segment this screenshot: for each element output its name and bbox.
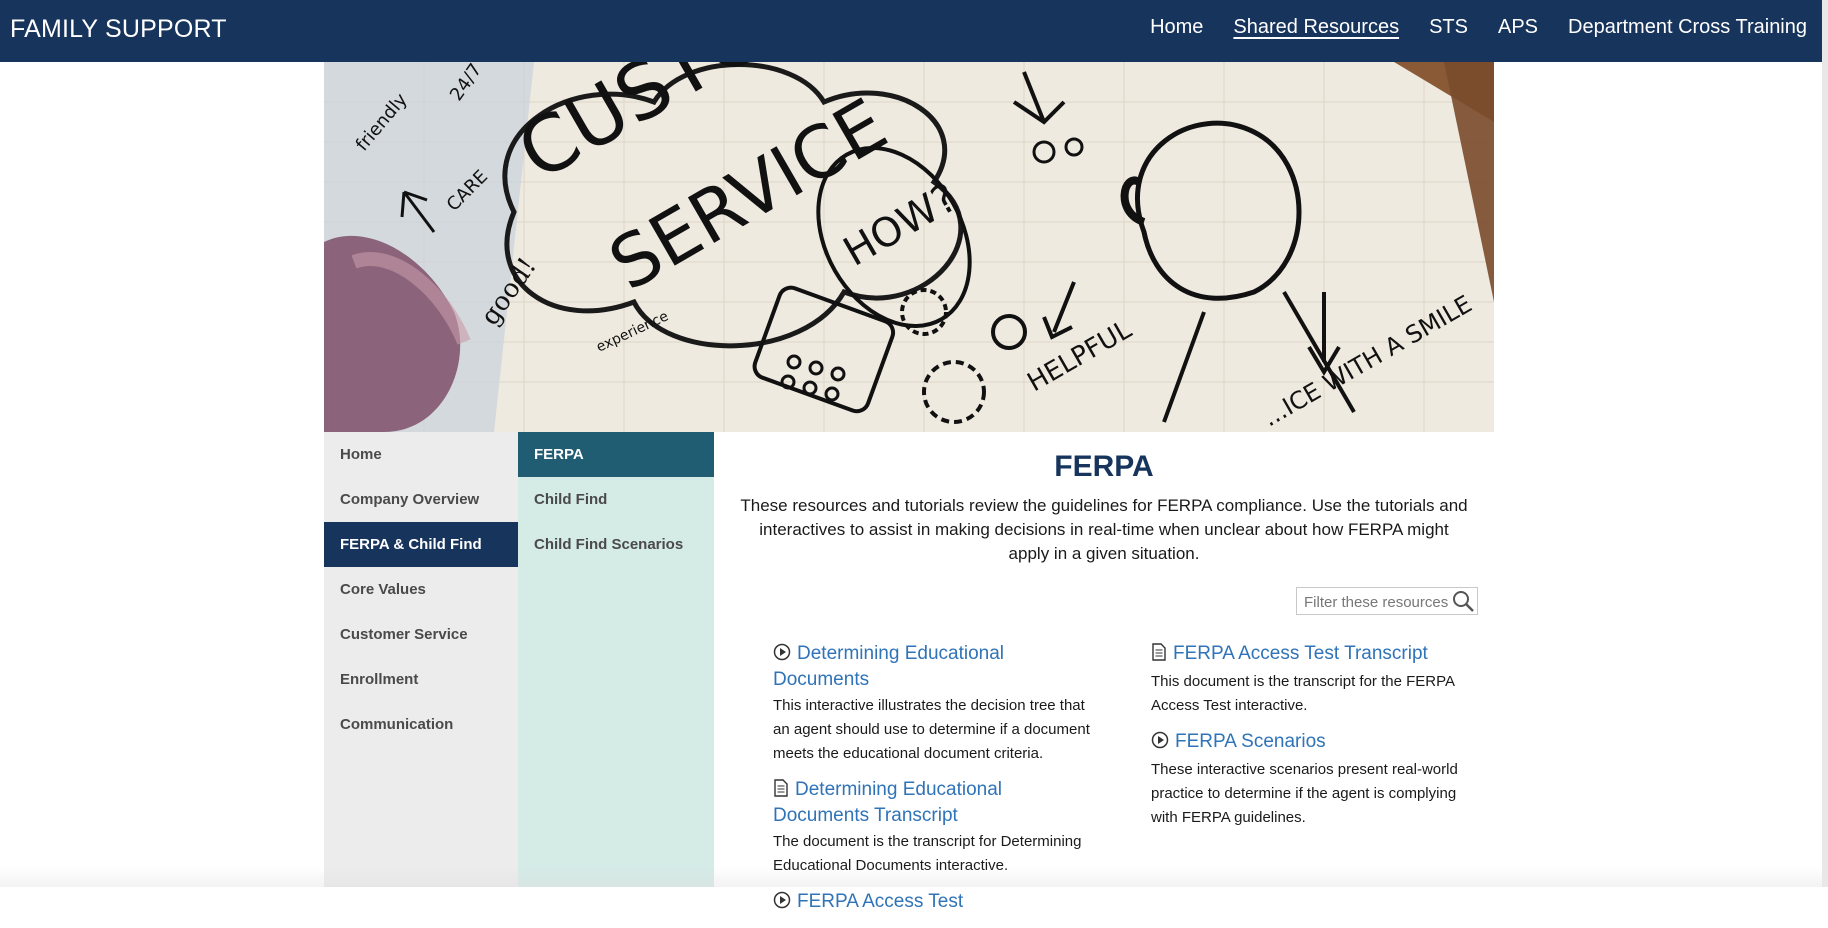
play-circle-icon <box>1151 731 1169 756</box>
top-nav: Home Shared Resources STS APS Department… <box>1150 16 1807 39</box>
resource-link-determining-educational-documents-transcript[interactable]: Determining Educational Documents Transc… <box>773 778 1103 828</box>
resource-item: FERPA Access Test Transcript This docume… <box>1151 642 1481 718</box>
page-title: FERPA <box>1054 450 1154 483</box>
sidebar-item-enrollment[interactable]: Enrollment <box>324 657 518 702</box>
sidebar-item-ferpa-child-find[interactable]: FERPA & Child Find <box>324 522 518 567</box>
resource-filter <box>1296 587 1478 615</box>
top-navigation-bar: FAMILY SUPPORT Home Shared Resources STS… <box>0 0 1822 62</box>
sidebar-item-communication[interactable]: Communication <box>324 702 518 747</box>
site-brand[interactable]: FAMILY SUPPORT <box>10 15 227 44</box>
sidebar-item-company-overview[interactable]: Company Overview <box>324 477 518 522</box>
resource-item: FERPA Access Test <box>773 890 1103 916</box>
resource-description: This interactive illustrates the decisio… <box>773 697 1090 762</box>
sidebar-item-customer-service[interactable]: Customer Service <box>324 612 518 657</box>
intro-paragraph: These resources and tutorials review the… <box>740 496 1468 563</box>
play-circle-icon <box>773 643 791 668</box>
main-content: FERPA These resources and tutorials revi… <box>714 432 1494 912</box>
bottom-fade <box>0 867 1822 887</box>
resource-description: These interactive scenarios present real… <box>1151 761 1458 826</box>
resource-description: This document is the transcript for the … <box>1151 673 1455 714</box>
resource-link-ferpa-scenarios[interactable]: FERPA Scenarios <box>1151 730 1481 756</box>
subnav-item-child-find-scenarios[interactable]: Child Find Scenarios <box>518 522 714 567</box>
subnav-item-child-find[interactable]: Child Find <box>518 477 714 522</box>
resource-link-determining-educational-documents[interactable]: Determining Educational Documents <box>773 642 1103 692</box>
document-icon <box>773 779 789 804</box>
subnav-item-ferpa[interactable]: FERPA <box>518 432 714 477</box>
resources-right-column: FERPA Access Test Transcript This docume… <box>1151 642 1481 842</box>
secondary-sidebar: FERPA Child Find Child Find Scenarios <box>518 432 714 887</box>
sidebar-item-core-values[interactable]: Core Values <box>324 567 518 612</box>
search-icon[interactable] <box>1451 589 1475 617</box>
filter-input[interactable] <box>1302 589 1454 615</box>
resource-item: FERPA Scenarios These interactive scenar… <box>1151 730 1481 830</box>
sidebar-item-home[interactable]: Home <box>324 432 518 477</box>
customer-service-sketch-illustration: CUSTO SERVICE HOW? HELPFUL good! CARE 24… <box>324 62 1494 432</box>
resource-link-ferpa-access-test-transcript[interactable]: FERPA Access Test Transcript <box>1151 642 1481 668</box>
nav-aps[interactable]: APS <box>1498 16 1538 39</box>
nav-department-cross-training[interactable]: Department Cross Training <box>1568 16 1807 39</box>
play-circle-icon <box>773 891 791 916</box>
primary-sidebar: Home Company Overview FERPA & Child Find… <box>324 432 518 887</box>
resource-item: Determining Educational Documents This i… <box>773 642 1103 766</box>
document-icon <box>1151 643 1167 668</box>
nav-sts[interactable]: STS <box>1429 16 1468 39</box>
nav-shared-resources[interactable]: Shared Resources <box>1233 16 1399 39</box>
hero-banner-image: CUSTO SERVICE HOW? HELPFUL good! CARE 24… <box>324 62 1494 432</box>
resource-link-ferpa-access-test[interactable]: FERPA Access Test <box>773 890 1103 916</box>
page-scrollbar[interactable] <box>1822 0 1828 887</box>
nav-home[interactable]: Home <box>1150 16 1203 39</box>
resource-item: Determining Educational Documents Transc… <box>773 778 1103 878</box>
